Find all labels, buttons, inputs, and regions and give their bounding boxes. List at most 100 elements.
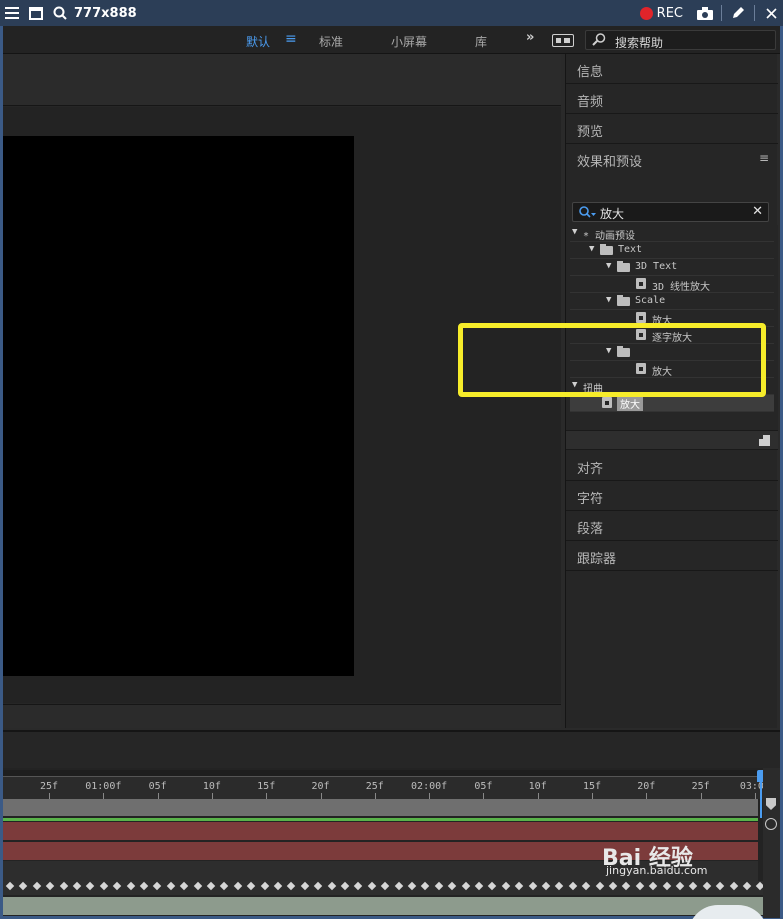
keyframe-icon[interactable] <box>260 881 269 891</box>
work-area-bar[interactable] <box>3 799 758 816</box>
keyframe-icon[interactable] <box>179 881 189 891</box>
keyframe-icon[interactable] <box>514 881 524 891</box>
keyframe-icon[interactable] <box>206 881 216 891</box>
panel-menu-icon[interactable]: ≡ <box>759 151 769 165</box>
keyframe-icon[interactable] <box>581 881 591 891</box>
workspace-tab-library[interactable]: 库 <box>475 33 487 50</box>
keyframe-icon[interactable] <box>407 881 417 891</box>
keyframe-icon[interactable] <box>421 881 430 891</box>
panel-paragraph[interactable]: 段落 <box>566 511 778 541</box>
keyframe-icon[interactable] <box>287 881 296 891</box>
tree-item-selected[interactable]: 放大 <box>570 395 774 412</box>
keyframe-icon[interactable] <box>756 881 763 891</box>
workspace-tab-standard[interactable]: 标准 <box>319 33 343 50</box>
more-workspaces-icon[interactable]: » <box>526 30 534 45</box>
keyframe-icon[interactable] <box>220 881 229 891</box>
keyframe-icon[interactable] <box>715 881 725 891</box>
keyframe-icon[interactable] <box>434 881 444 891</box>
keyframe-icon[interactable] <box>702 881 712 891</box>
keyframe-icon[interactable] <box>233 881 243 891</box>
expand-triangle-icon[interactable]: ▼ <box>606 261 611 271</box>
workspace-settings-icon[interactable] <box>552 34 574 47</box>
keyframe-icon[interactable] <box>689 881 698 891</box>
keyframe-icon[interactable] <box>742 881 752 891</box>
composition-viewer[interactable] <box>3 107 561 703</box>
keyframe-icon[interactable] <box>648 881 658 891</box>
keyframe-icon[interactable] <box>193 881 202 891</box>
tree-item[interactable]: ▼ * 动画预设 <box>570 225 774 242</box>
keyframe-icon[interactable] <box>112 881 122 891</box>
pen-icon[interactable] <box>726 0 750 26</box>
keyframe-icon[interactable] <box>474 881 484 891</box>
expand-triangle-icon[interactable]: ▼ <box>572 227 577 237</box>
search-help-input[interactable]: 搜索帮助 <box>585 30 776 50</box>
panel-preview[interactable]: 预览 <box>566 114 778 144</box>
keyframe-icon[interactable] <box>273 881 283 891</box>
keyframe-icon[interactable] <box>488 881 497 891</box>
expand-triangle-icon[interactable]: ▼ <box>589 244 594 254</box>
keyframe-icon[interactable] <box>528 881 537 891</box>
keyframe-icon[interactable] <box>595 881 604 891</box>
keyframe-icon[interactable] <box>72 881 82 891</box>
search-icon[interactable] <box>48 0 72 26</box>
clear-search-icon[interactable]: ✕ <box>752 204 763 219</box>
keyframe-icon[interactable] <box>555 881 564 891</box>
keyframe-icon[interactable] <box>380 881 390 891</box>
keyframe-icon[interactable] <box>126 881 135 891</box>
keyframe-icon[interactable] <box>394 881 403 891</box>
record-button[interactable]: REC <box>657 6 683 21</box>
keyframe-icon[interactable] <box>461 881 470 891</box>
keyframe-icon[interactable] <box>246 881 256 891</box>
keyframe-icon[interactable] <box>608 881 618 891</box>
keyframe-icon[interactable] <box>662 881 671 891</box>
keyframe-icon[interactable] <box>139 881 149 891</box>
keyframe-icon[interactable] <box>327 881 336 891</box>
tree-item[interactable]: 3D 线性放大 <box>570 276 774 293</box>
keyframe-icon[interactable] <box>19 881 28 891</box>
close-icon[interactable] <box>759 0 783 26</box>
keyframe-icon[interactable] <box>59 881 68 891</box>
keyframe-icon[interactable] <box>447 881 457 891</box>
panel-character[interactable]: 字符 <box>566 481 778 511</box>
tree-item[interactable]: ▼ 3D Text <box>570 259 774 276</box>
keyframe-icon[interactable] <box>5 881 15 891</box>
layer-bar[interactable] <box>3 897 763 915</box>
keyframe-icon[interactable] <box>635 881 645 891</box>
camera-icon[interactable] <box>693 0 717 26</box>
workspace-tab-small-screen[interactable]: 小屏幕 <box>391 33 427 50</box>
keyframe-icon[interactable] <box>729 881 738 891</box>
keyframe-icon[interactable] <box>541 881 551 891</box>
keyframe-icon[interactable] <box>32 881 42 891</box>
keyframe-icon[interactable] <box>675 881 685 891</box>
time-navigator[interactable] <box>3 770 763 777</box>
workspace-menu-icon[interactable]: ≡ <box>285 31 297 47</box>
keyframe-icon[interactable] <box>45 881 55 891</box>
keyframe-icon[interactable] <box>300 881 310 891</box>
motion-blur-icon[interactable] <box>765 818 777 830</box>
zoom-marker-icon[interactable] <box>766 798 776 810</box>
expand-triangle-icon[interactable]: ▼ <box>606 295 611 305</box>
keyframe-icon[interactable] <box>153 881 162 891</box>
workspace-tab-default[interactable]: 默认 <box>246 33 270 50</box>
keyframe-icon[interactable] <box>622 881 631 891</box>
tree-item[interactable]: ▼ Scale <box>570 293 774 310</box>
panel-align[interactable]: 对齐 <box>566 451 778 481</box>
keyframe-icon[interactable] <box>501 881 511 891</box>
panel-audio[interactable]: 音频 <box>566 84 778 114</box>
composition-canvas[interactable] <box>3 136 354 676</box>
record-dot-icon[interactable] <box>639 6 653 20</box>
panel-info[interactable]: 信息 <box>566 54 778 84</box>
keyframe-icon[interactable] <box>166 881 176 891</box>
keyframe-icon[interactable] <box>99 881 109 891</box>
keyframe-icon[interactable] <box>354 881 363 891</box>
panel-effects-presets[interactable]: 效果和预设 ≡ <box>566 144 778 174</box>
keyframe-icon[interactable] <box>86 881 95 891</box>
tree-item[interactable]: ▼ Text <box>570 242 774 259</box>
effects-search-input[interactable]: 放大 ✕ <box>572 202 769 222</box>
keyframe-icon[interactable] <box>340 881 350 891</box>
keyframe-icon[interactable] <box>568 881 578 891</box>
panel-tracker[interactable]: 跟踪器 <box>566 541 778 571</box>
hamburger-menu-icon[interactable] <box>0 0 24 26</box>
keyframe-row[interactable] <box>3 881 763 895</box>
window-icon[interactable] <box>24 0 48 26</box>
